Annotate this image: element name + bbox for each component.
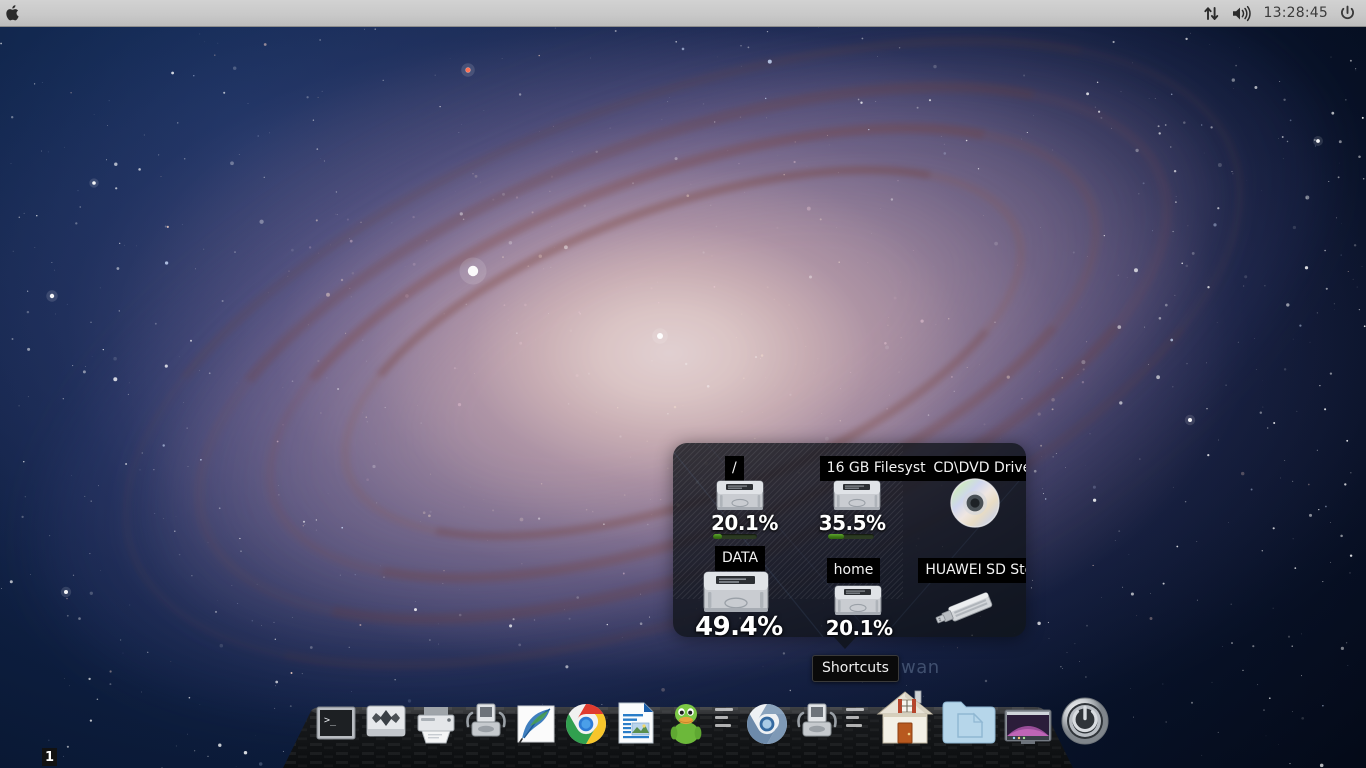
disk-usage-bar: [713, 534, 757, 539]
workspace-indicator[interactable]: 1: [42, 748, 57, 766]
disk-item-16gb-filesystem[interactable]: 16 GB Filesystem 35.5%: [791, 443, 929, 540]
svg-text:>_: >_: [324, 715, 337, 726]
disk-label: DATA: [715, 546, 766, 571]
feather-icon: [513, 700, 559, 746]
disk-usage-percent: 49.4%: [695, 612, 783, 637]
dock-separator-1: [712, 696, 740, 746]
scanner-icon: [793, 700, 841, 746]
widget-pointer-tail: [833, 636, 857, 649]
dock-item-printer[interactable]: [412, 696, 459, 746]
chromium-icon: [745, 702, 789, 746]
folder-icon: [940, 696, 998, 746]
disk-label: /: [725, 456, 744, 481]
dock-separator-2: [843, 696, 871, 746]
disk-item-data[interactable]: DATA 49.4%: [673, 540, 791, 637]
disk-drive-icon: [363, 700, 409, 746]
document-icon: [615, 700, 657, 746]
dock-item-scanner[interactable]: [462, 696, 509, 746]
disk-item-root[interactable]: / 20.1%: [673, 443, 791, 540]
disk-usage-percent: 20.1%: [825, 616, 893, 637]
scanner-icon: [462, 700, 510, 746]
dock-tooltip: Shortcuts: [812, 655, 899, 682]
monitor-icon: [1003, 708, 1053, 746]
dock-item-shutdown[interactable]: [1057, 696, 1113, 746]
separator-lines: [715, 702, 737, 746]
separator-lines: [846, 702, 868, 746]
house-icon: [874, 686, 936, 746]
volume-icon[interactable]: [1231, 5, 1253, 22]
dock-item-scanner-2[interactable]: [793, 696, 840, 746]
terminal-icon: >_: [314, 702, 358, 746]
dock-item-disk-utility[interactable]: [362, 696, 409, 746]
galaxy-image: [0, 0, 1366, 768]
starfield: [0, 27, 1366, 768]
network-transfer-icon[interactable]: [1203, 5, 1220, 22]
dock-item-duck-app[interactable]: [662, 696, 709, 746]
dock-item-chromium[interactable]: [743, 696, 790, 746]
disk-label: home: [826, 558, 881, 583]
dock-item-display-settings[interactable]: [1002, 696, 1054, 746]
dock-item-file-manager[interactable]: [939, 688, 999, 746]
disk-item-cd-dvd-drive[interactable]: CD\DVD Drive: [908, 443, 1026, 540]
duck-icon: [665, 700, 707, 746]
disk-item-huawei-sd-storage[interactable]: HUAWEI SD Storage: [908, 540, 1026, 637]
usb-drive-icon: [928, 590, 1000, 634]
dock-item-shortcuts[interactable]: [874, 684, 936, 746]
disk-usage-percent: 35.5%: [818, 511, 886, 535]
disk-usage-bar: [827, 534, 874, 539]
clock[interactable]: 13:28:45: [1264, 5, 1328, 21]
dock-item-text-editor[interactable]: [512, 696, 559, 746]
disk-usage-percent: 20.1%: [711, 511, 778, 535]
dock-item-google-chrome[interactable]: [562, 696, 609, 746]
power-icon[interactable]: [1339, 5, 1356, 22]
dock-item-libreoffice-writer[interactable]: [612, 696, 659, 746]
chrome-icon: [564, 702, 608, 746]
desktop-wallpaper: [0, 0, 1366, 768]
printer-icon: [413, 702, 459, 746]
cd-dvd-icon: [949, 477, 1001, 533]
disk-item-home[interactable]: home 20.1%: [791, 540, 909, 637]
apple-logo[interactable]: [6, 4, 21, 22]
power-button-icon: [1060, 696, 1110, 746]
top-menu-bar: 13:28:45: [0, 0, 1366, 27]
disk-label: HUAWEI SD Storage: [918, 558, 1026, 583]
disk-usage-widget[interactable]: / 20.1% 16 GB Filesystem: [673, 443, 1026, 637]
dock-item-terminal[interactable]: >_: [312, 696, 359, 746]
